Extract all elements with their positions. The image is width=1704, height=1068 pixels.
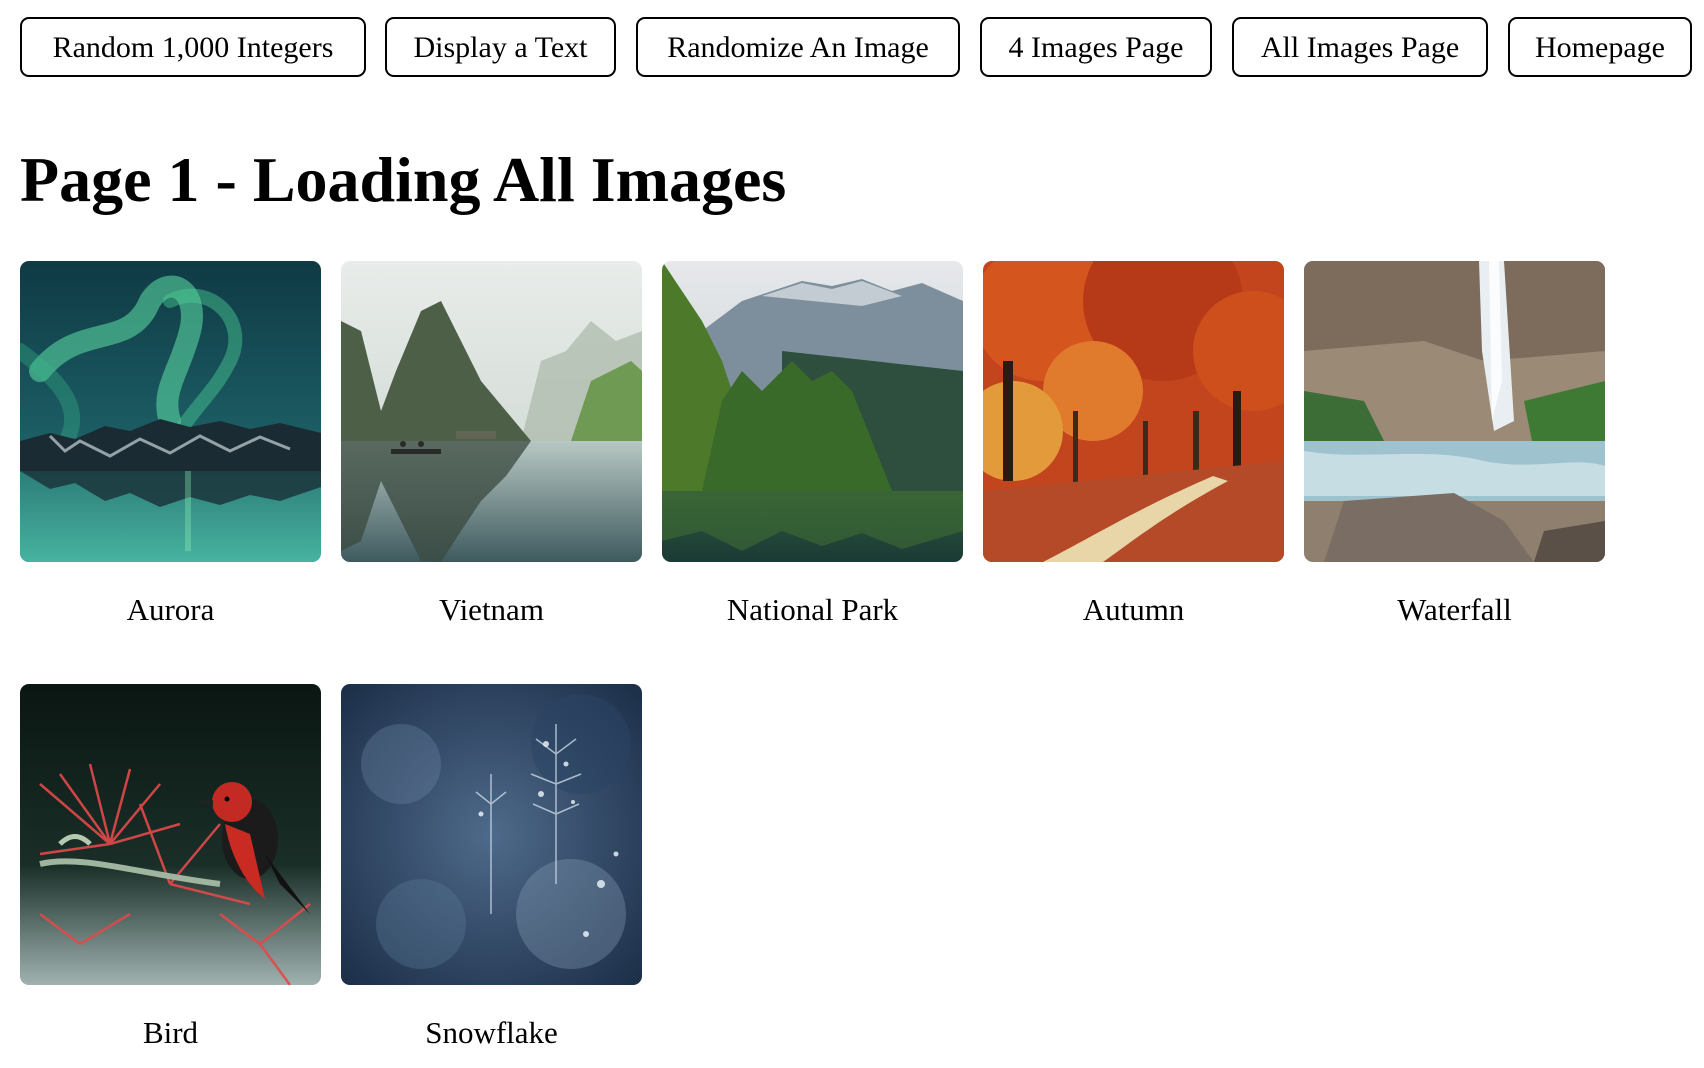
page-title: Page 1 - Loading All Images [20,144,787,215]
randomize-image-button[interactable]: Randomize An Image [636,17,960,77]
gallery-caption: Waterfall [1397,592,1512,627]
gallery-item-aurora: Aurora [20,261,321,628]
all-images-page-button[interactable]: All Images Page [1232,17,1488,77]
gallery-item-autumn: Autumn [983,261,1284,628]
national-park-image[interactable] [662,261,963,562]
display-text-button[interactable]: Display a Text [385,17,616,77]
gallery-caption: Bird [142,1015,199,1050]
bird-image[interactable] [20,684,321,985]
gallery-item-waterfall: Waterfall [1304,261,1605,628]
four-images-page-button[interactable]: 4 Images Page [980,17,1212,77]
autumn-image[interactable] [983,261,1284,562]
gallery-item-vietnam: Vietnam [341,261,642,628]
gallery-caption: Snowflake [425,1015,558,1050]
aurora-image[interactable] [20,261,321,562]
top-navigation: Random 1,000 Integers Display a Text Ran… [0,17,1704,79]
gallery-caption: Autumn [1082,592,1185,627]
vietnam-image[interactable] [341,261,642,562]
gallery-caption: National Park [726,592,899,627]
snowflake-image[interactable] [341,684,642,985]
gallery-caption: Vietnam [439,592,544,627]
random-integers-button[interactable]: Random 1,000 Integers [20,17,366,77]
gallery-caption: Aurora [126,592,215,627]
gallery-item-bird: Bird [20,684,321,1051]
gallery-item-snowflake: Snowflake [341,684,642,1051]
homepage-button[interactable]: Homepage [1508,17,1692,77]
gallery-item-national-park: National Park [662,261,963,628]
waterfall-image[interactable] [1304,261,1605,562]
